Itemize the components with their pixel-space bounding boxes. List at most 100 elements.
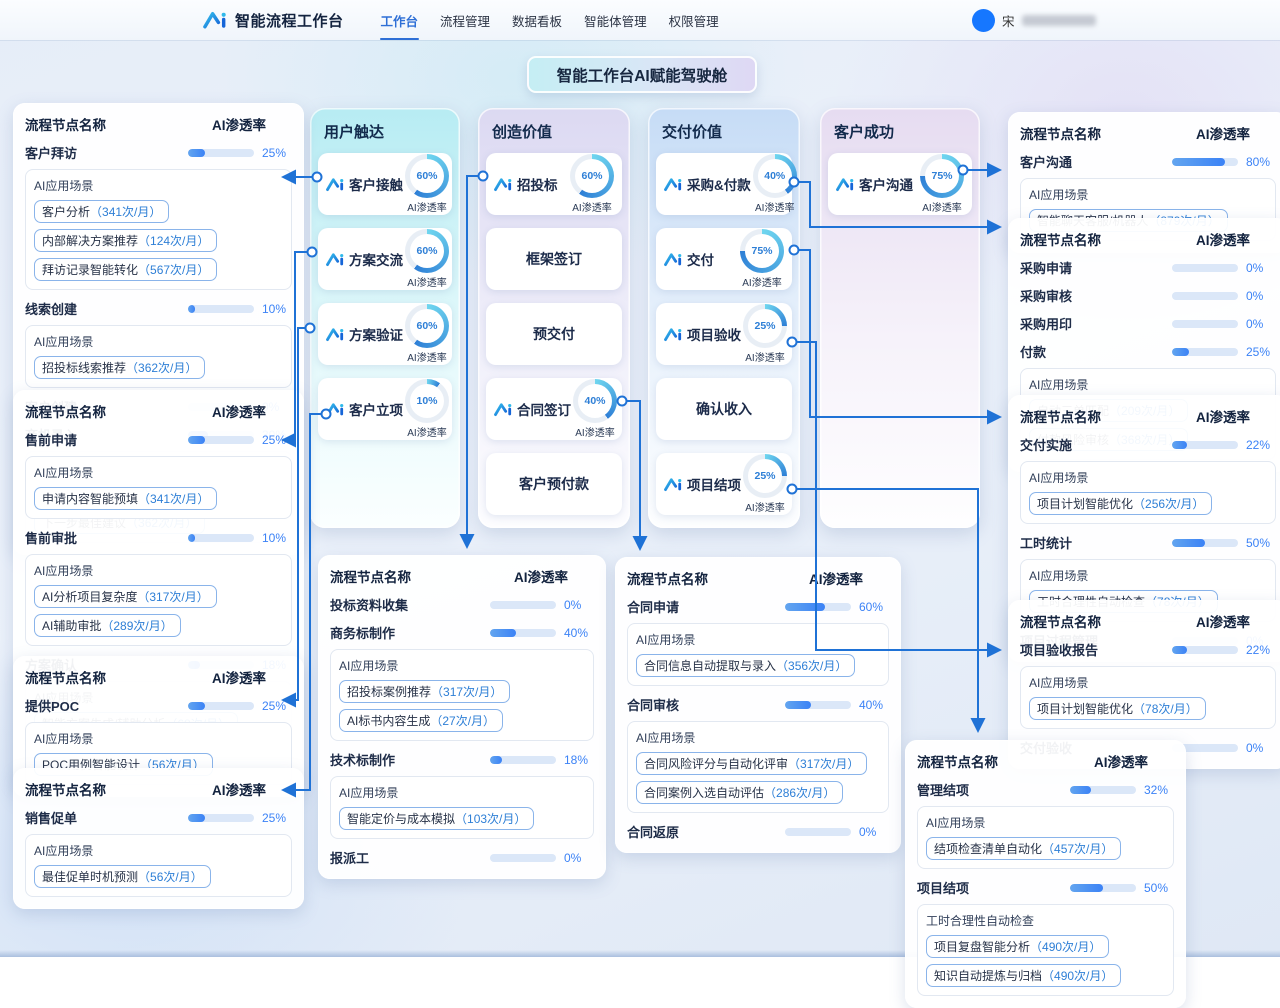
user-account[interactable]: 宋 xyxy=(972,0,1096,40)
user-avatar[interactable] xyxy=(972,9,995,32)
penetration-bar: 40% xyxy=(490,626,594,640)
gauge-ring: 40% xyxy=(573,379,617,423)
scene-tag[interactable]: AI分析项目复杂度（317次/月） xyxy=(34,585,217,608)
nav-item-流程管理[interactable]: 流程管理 xyxy=(429,0,501,43)
scene-tag[interactable]: AI辅助审批（289次/月） xyxy=(34,614,181,637)
node-name: 方案验证 xyxy=(349,324,403,344)
ai-scene-label: AI应用场景 xyxy=(34,730,283,747)
nav-item-智能体管理[interactable]: 智能体管理 xyxy=(573,0,658,43)
scene-tag-text: 申请内容智能预填 xyxy=(42,492,138,506)
process-node-name: 商务标制作 xyxy=(330,623,395,642)
nav-item-工作台[interactable]: 工作台 xyxy=(370,0,430,43)
process-row-top: 技术标制作18% xyxy=(330,750,594,769)
penetration-value: 25% xyxy=(262,811,292,825)
bar-fill xyxy=(188,702,205,710)
penetration-value: 0% xyxy=(1246,289,1276,303)
scene-tag-text: 项目计划智能优化 xyxy=(1037,702,1133,716)
node-方案验证[interactable]: 方案验证60%AI渗透率 xyxy=(318,303,452,365)
penetration-value: 32% xyxy=(1144,783,1174,797)
penetration-bar: 25% xyxy=(188,699,292,713)
scene-tag[interactable]: 结项检查清单自动化（457次/月） xyxy=(926,837,1121,860)
scene-tag[interactable]: 项目计划智能优化（78次/月） xyxy=(1029,697,1206,720)
process-node-name: 合同审核 xyxy=(627,695,679,714)
node-方案交流[interactable]: 方案交流60%AI渗透率 xyxy=(318,228,452,290)
scene-tag[interactable]: 智能定价与成本模拟（103次/月） xyxy=(339,807,534,830)
bar-track xyxy=(490,854,556,862)
node-招投标[interactable]: 招投标60%AI渗透率 xyxy=(486,153,622,215)
node-预交付[interactable]: 预交付 xyxy=(486,303,622,365)
process-node-name: 线索创建 xyxy=(25,299,77,318)
bar-track xyxy=(1070,786,1136,794)
node-left: 采购&付款 xyxy=(664,174,751,194)
node-合同签订[interactable]: 合同签订40%AI渗透率 xyxy=(486,378,622,440)
detail-card-header: 流程节点名称AI渗透率 xyxy=(1020,611,1276,631)
node-交付[interactable]: 交付75%AI渗透率 xyxy=(656,228,792,290)
node-项目结项[interactable]: 项目结项25%AI渗透率 xyxy=(656,453,792,515)
process-node-name: 投标资料收集 xyxy=(330,595,408,614)
process-row-top: 合同返原0% xyxy=(627,822,889,841)
scene-tag[interactable]: 项目计划智能优化（256次/月） xyxy=(1029,492,1212,515)
scene-tag[interactable]: 申请内容智能预填（341次/月） xyxy=(34,487,217,510)
node-name: 预交付 xyxy=(533,324,575,344)
node-left: 客户接触 xyxy=(326,174,403,194)
penetration-value: 0% xyxy=(1246,741,1276,755)
penetration-gauge: 25%AI渗透率 xyxy=(743,454,787,514)
process-row-项目结项: 项目结项50%工时合理性自动检查项目复盘智能分析（490次/月）知识自动提炼与归… xyxy=(917,878,1174,996)
scene-tag-text: 合同案例入选自动评估 xyxy=(644,786,764,800)
scene-tag[interactable]: AI标书内容生成（27次/月） xyxy=(339,709,503,732)
nav-item-数据看板[interactable]: 数据看板 xyxy=(501,0,573,43)
penetration-header: AI渗透率 xyxy=(212,779,266,799)
process-row-top: 提供POC25% xyxy=(25,696,292,715)
nav-item-权限管理[interactable]: 权限管理 xyxy=(658,0,730,43)
bar-fill xyxy=(188,305,195,313)
node-框架签订[interactable]: 框架签订 xyxy=(486,228,622,290)
gauge-ring: 40% xyxy=(753,154,797,198)
gauge-ring: 60% xyxy=(405,229,449,273)
top-navigation-bar: 智能流程工作台 工作台流程管理数据看板智能体管理权限管理 宋 xyxy=(0,0,1280,40)
bar-track xyxy=(490,756,556,764)
penetration-bar: 25% xyxy=(188,811,292,825)
gauge-ring: 25% xyxy=(743,304,787,348)
node-客户沟通[interactable]: 客户沟通75%AI渗透率 xyxy=(828,153,972,215)
node-客户接触[interactable]: 客户接触60%AI渗透率 xyxy=(318,153,452,215)
scene-tag[interactable]: 拜访记录智能转化（567次/月） xyxy=(34,258,217,281)
penetration-gauge: 60%AI渗透率 xyxy=(405,154,449,214)
penetration-header: AI渗透率 xyxy=(212,114,266,134)
scene-tag-text: 招投标线索推荐 xyxy=(42,361,126,375)
scene-tag-text: AI辅助审批 xyxy=(42,619,101,633)
scene-tag-count: （362次/月） xyxy=(126,361,197,375)
scene-tag[interactable]: 招投标线索推荐（362次/月） xyxy=(34,356,205,379)
scene-tag[interactable]: 招投标案例推荐（317次/月） xyxy=(339,680,510,703)
process-row-线索创建: 线索创建10%AI应用场景招投标线索推荐（362次/月） xyxy=(25,299,292,388)
node-客户预付款[interactable]: 客户预付款 xyxy=(486,453,622,515)
process-row-top: 线索创建10% xyxy=(25,299,292,318)
scene-tag[interactable]: 内部解决方案推荐（124次/月） xyxy=(34,229,217,252)
scene-tag[interactable]: 合同信息自动提取与录入（356次/月） xyxy=(636,654,855,677)
penetration-value: 0% xyxy=(1246,317,1276,331)
node-客户立项[interactable]: 客户立项10%AI渗透率 xyxy=(318,378,452,440)
penetration-value: 25% xyxy=(262,699,292,713)
scene-tag[interactable]: 客户分析（341次/月） xyxy=(34,200,169,223)
node-name-header: 流程节点名称 xyxy=(1020,229,1101,249)
scene-tag[interactable]: 合同案例入选自动评估（286次/月） xyxy=(636,781,843,804)
node-left: 客户沟通 xyxy=(836,174,918,194)
gauge-label: AI渗透率 xyxy=(407,199,446,214)
scene-tag[interactable]: 合同风险评分与自动化评审（317次/月） xyxy=(636,752,867,775)
node-left: 项目验收 xyxy=(664,324,741,344)
node-项目验收[interactable]: 项目验收25%AI渗透率 xyxy=(656,303,792,365)
gauge-value: 25% xyxy=(754,320,775,332)
scene-tag[interactable]: 知识自动提炼与归档（490次/月） xyxy=(926,964,1121,987)
bar-track xyxy=(1172,646,1238,654)
scene-tag[interactable]: 最佳促单时机预测（56次/月） xyxy=(34,865,211,888)
ai-scene-label: AI应用场景 xyxy=(636,631,880,648)
penetration-value: 40% xyxy=(564,626,594,640)
scene-tag-count: （490次/月） xyxy=(1030,940,1101,954)
node-确认收入[interactable]: 确认收入 xyxy=(656,378,792,440)
scene-tag[interactable]: 项目复盘智能分析（490次/月） xyxy=(926,935,1109,958)
scene-tag-count: （567次/月） xyxy=(138,263,209,277)
app-logo[interactable]: 智能流程工作台 xyxy=(203,10,344,31)
node-采购&付款[interactable]: 采购&付款40%AI渗透率 xyxy=(656,153,792,215)
ai-scene-tags: 智能定价与成本模拟（103次/月） xyxy=(339,807,585,830)
penetration-header: AI渗透率 xyxy=(1196,229,1250,249)
node-name: 确认收入 xyxy=(696,399,752,419)
